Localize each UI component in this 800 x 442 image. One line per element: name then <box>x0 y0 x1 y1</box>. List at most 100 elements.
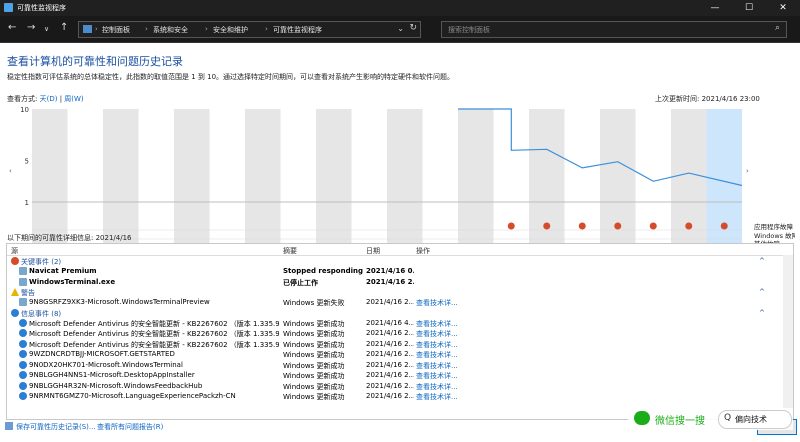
error-icon <box>614 222 622 230</box>
view-technical-details-link[interactable]: 查看技术详... <box>416 298 458 308</box>
view-technical-details-link[interactable]: 查看技术详... <box>416 361 458 371</box>
row-source: Microsoft Defender Antivirus 的安全智能更新 - K… <box>29 319 279 328</box>
column-summary[interactable]: 摘要 <box>283 246 297 256</box>
scroll-right-icon: › <box>746 167 749 175</box>
table-row[interactable]: 9N8GSRFZ9XK3-Microsoft.WindowsTerminalPr… <box>7 297 777 308</box>
info-icon <box>11 308 19 317</box>
table-row[interactable]: Microsoft Defender Antivirus 的安全智能更新 - K… <box>7 318 777 329</box>
breadcrumb-reliability-monitor[interactable]: 可靠性监视程序 <box>273 25 322 35</box>
day-column <box>529 109 565 261</box>
info-icon <box>19 371 27 379</box>
row-date: 2021/4/16 2... <box>366 381 414 390</box>
table-row[interactable]: 9N0DX20HK701-Microsoft.WindowsTerminal Wi… <box>7 360 777 371</box>
chevron-down-icon[interactable]: ⌄ <box>397 24 404 33</box>
main-content: 查看计算机的可靠性和问题历史记录 稳定性指数可评估系统的总体稳定性，此指数的取值… <box>0 43 800 442</box>
breadcrumb-separator: › <box>265 25 268 33</box>
save-history-link[interactable]: 保存可靠性历史记录(S)... <box>16 422 96 432</box>
address-bar[interactable]: › 控制面板 › 系统和安全 › 安全和维护 › 可靠性监视程序 ⌄ ↻ <box>78 21 421 38</box>
row-date: 2021/4/16 2... <box>366 298 414 306</box>
refresh-icon[interactable]: ↻ <box>409 23 417 33</box>
column-source[interactable]: 源 <box>11 246 18 256</box>
view-technical-details-link[interactable]: 查看技术详... <box>416 319 458 329</box>
back-button[interactable]: ← <box>8 22 16 33</box>
view-technical-details-link[interactable]: 查看技术详... <box>416 392 458 402</box>
app-icon <box>4 3 13 12</box>
table-row[interactable]: Navicat Premium Stopped responding a...20… <box>7 266 777 277</box>
search-icon: ⌕ <box>774 23 780 33</box>
error-icon <box>11 257 19 265</box>
view-technical-details-link[interactable]: 查看技术详... <box>416 382 458 392</box>
view-weeks-link[interactable]: 周(W) <box>64 95 83 103</box>
scrollbar[interactable] <box>783 255 793 418</box>
watermark-search: Q 偏向技术 <box>718 410 792 429</box>
row-source: Microsoft Defender Antivirus 的安全智能更新 - K… <box>29 340 279 349</box>
row-summary: Windows 更新成功 <box>283 330 345 338</box>
app-icon <box>19 298 27 306</box>
table-row[interactable]: WindowsTerminal.exe 已停止工作 2021/4/16 2... <box>7 277 777 288</box>
row-summary: Windows 更新成功 <box>283 319 345 328</box>
collapse-icon[interactable]: ^ <box>759 309 765 317</box>
breadcrumb-separator: › <box>95 25 98 33</box>
collapse-icon[interactable]: ^ <box>759 257 765 265</box>
info-icon <box>19 392 27 400</box>
row-source: 9WZDNCRDTBJJ-MICROSOFT.GETSTARTED <box>29 350 175 358</box>
search-input[interactable]: 搜索控制面板 <box>448 25 490 35</box>
column-action[interactable]: 操作 <box>416 246 430 256</box>
maximize-button[interactable]: ☐ <box>732 0 766 16</box>
view-technical-details-link[interactable]: 查看技术详... <box>416 340 458 350</box>
page-description: 稳定性指数可评估系统的总体稳定性，此指数的取值范围是 1 到 10。通过选择特定… <box>7 73 455 81</box>
save-icon <box>5 422 13 430</box>
column-date[interactable]: 日期 <box>366 246 380 256</box>
y-tick-label: 1 <box>25 199 29 207</box>
search-box[interactable]: 搜索控制面板 ⌕ <box>441 21 787 38</box>
table-row[interactable]: 9NRMNT6GMZ70-Microsoft.LanguageExperienc… <box>7 391 777 402</box>
row-date: 2021/4/16 2... <box>366 339 414 348</box>
forward-button[interactable]: → <box>27 22 35 33</box>
breadcrumb-separator: › <box>145 25 148 33</box>
row-summary: Windows 更新成功 <box>283 393 345 401</box>
day-column <box>600 109 636 261</box>
view-technical-details-link[interactable]: 查看技术详... <box>416 350 458 360</box>
close-button[interactable]: ✕ <box>766 0 800 16</box>
breadcrumb-control-panel[interactable]: 控制面板 <box>102 25 130 35</box>
day-column <box>245 109 281 261</box>
breadcrumb-system-security[interactable]: 系统和安全 <box>153 25 188 35</box>
table-row[interactable]: Microsoft Defender Antivirus 的安全智能更新 - K… <box>7 339 777 350</box>
view-days-link[interactable]: 天(D) <box>40 95 58 103</box>
day-column <box>706 109 742 261</box>
collapse-icon[interactable]: ^ <box>759 288 765 296</box>
day-column <box>316 109 352 261</box>
view-technical-details-link[interactable]: 查看技术详... <box>416 371 458 381</box>
navigation-bar: ← → ∨ ↑ › 控制面板 › 系统和安全 › 安全和维护 › 可靠性监视程序… <box>0 16 800 43</box>
minimize-button[interactable]: — <box>698 0 732 16</box>
up-button[interactable]: ↑ <box>60 22 68 33</box>
table-row[interactable]: 9NBLGGH4NNS1-Microsoft.DesktopAppInstall… <box>7 370 777 381</box>
day-column <box>138 109 174 261</box>
table-row[interactable]: Microsoft Defender Antivirus 的安全智能更新 - K… <box>7 328 777 339</box>
row-date: 2021/4/16 2... <box>366 350 414 358</box>
row-summary: Windows 更新成功 <box>283 351 345 359</box>
view-technical-details-link[interactable]: 查看技术详... <box>416 329 458 339</box>
row-source: 9NBLGGH4NNS1-Microsoft.DesktopAppInstall… <box>29 371 195 379</box>
event-row-label: Windows 故障 <box>754 231 795 240</box>
view-by-label: 查看方式: <box>7 95 38 103</box>
app-icon <box>19 267 27 275</box>
row-date: 2021/4/16 2... <box>366 392 414 400</box>
row-summary: Windows 更新失败 <box>283 299 345 307</box>
error-icon <box>720 222 728 230</box>
details-period: 以下期间的可靠性详细信息: 2021/4/16 <box>7 234 132 242</box>
breadcrumb-security-maintenance[interactable]: 安全和维护 <box>213 25 248 35</box>
row-source: Microsoft Defender Antivirus 的安全智能更新 - K… <box>29 330 279 338</box>
view-all-reports-link[interactable]: 查看所有问题报告(R) <box>97 422 163 432</box>
day-column <box>458 109 494 261</box>
warning-icon <box>11 288 19 296</box>
day-column <box>635 109 671 261</box>
table-row[interactable]: 9WZDNCRDTBJJ-MICROSOFT.GETSTARTED Windows… <box>7 349 777 360</box>
error-icon <box>578 222 586 230</box>
recent-locations-button[interactable]: ∨ <box>44 25 49 33</box>
day-column <box>351 109 387 261</box>
info-icon <box>19 329 27 337</box>
info-icon <box>19 339 27 348</box>
row-summary: Windows 更新成功 <box>283 361 345 370</box>
table-row[interactable]: 9NBLGGH4R32N-Microsoft.WindowsFeedbackHu… <box>7 381 777 392</box>
